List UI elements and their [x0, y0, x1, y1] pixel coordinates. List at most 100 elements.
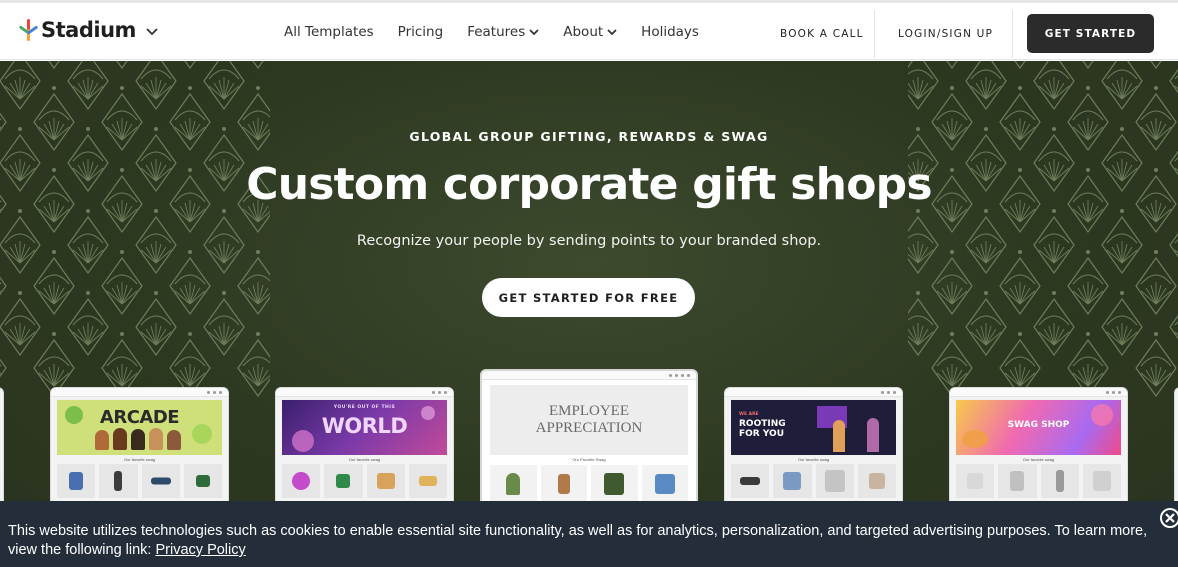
nav-holidays[interactable]: Holidays: [641, 24, 699, 40]
shop-preview-browser-bar: [482, 371, 696, 380]
shop-preview-browser-bar: [725, 388, 902, 397]
shop-preview-browser-bar: [51, 388, 228, 397]
pattern-motif: [1082, 61, 1094, 70]
shop-products: [956, 464, 1121, 498]
shop-preview-edge-right: [1174, 387, 1178, 517]
product-thumb: [815, 464, 854, 498]
get-started-button[interactable]: GET STARTED: [1027, 14, 1154, 53]
product-thumb: [591, 465, 638, 503]
shop-caption: Our Favorite Swag: [572, 457, 606, 462]
chevron-down-icon: [529, 28, 539, 35]
shop-caption: Our favorite swag: [348, 457, 381, 462]
shop-banner-title: ARCADE: [99, 407, 180, 428]
pattern-motif: [135, 61, 177, 111]
privacy-policy-link[interactable]: Privacy Policy: [156, 542, 246, 558]
pattern-motif: [67, 61, 109, 111]
stadium-logo[interactable]: Stadium: [18, 17, 158, 43]
shop-preview-employee-appreciation[interactable]: EMPLOYEE APPRECIATION Our Favorite Swag: [480, 369, 698, 519]
pattern-motif: [252, 61, 264, 70]
product-thumb: [540, 465, 587, 503]
pattern-motif: [908, 291, 939, 357]
nav-divider: [1012, 10, 1013, 58]
nav-features[interactable]: Features: [467, 24, 539, 40]
login-signup-link[interactable]: LOGIN/SIGN UP: [898, 28, 993, 40]
nav-about[interactable]: About: [563, 24, 617, 40]
product-thumb: [57, 464, 96, 498]
pattern-motif: [1135, 250, 1177, 316]
product-thumb: [641, 465, 688, 503]
shop-preview-arcade[interactable]: ARCADE Our favorite swag: [50, 387, 229, 517]
pattern-motif: [1033, 61, 1075, 111]
pattern-motif: [67, 291, 109, 357]
pattern-motif: [48, 61, 60, 70]
shop-caption: Our favorite swag: [123, 457, 156, 462]
product-thumb: [857, 464, 896, 498]
nav-divider: [874, 10, 875, 58]
shop-products: [731, 464, 896, 498]
shop-banner-small-text: WE ARE: [739, 412, 759, 417]
product-thumb: [99, 464, 138, 498]
shop-preview-browser-bar: [950, 388, 1127, 397]
shop-banner-title: SWAG SHOP: [1007, 420, 1070, 430]
product-thumb: [956, 464, 995, 498]
product-thumb: [1082, 464, 1121, 498]
product-thumb: [408, 464, 447, 498]
pattern-motif: [1014, 61, 1026, 70]
hero-headline: Custom corporate gift shops: [246, 159, 932, 210]
shop-banner: ARCADE: [57, 400, 222, 455]
pattern-motif: [1150, 61, 1162, 70]
get-started-for-free-button[interactable]: GET STARTED FOR FREE: [482, 278, 695, 317]
pattern-motif: [101, 250, 143, 316]
shop-caption: Our favorite swag: [797, 457, 830, 462]
pattern-motif: [1169, 314, 1178, 340]
pattern-motif: [33, 250, 75, 316]
product-thumb: [490, 465, 537, 503]
shop-preview-edge-left: [0, 387, 4, 517]
shop-banner-title: EMPLOYEE APPRECIATION: [535, 403, 643, 436]
shop-banner: WE ARE ROOTING FOR YOU: [731, 400, 896, 455]
pattern-motif: [0, 358, 7, 378]
shop-banner: EMPLOYEE APPRECIATION: [490, 385, 688, 455]
shop-preview-rooting-for-you[interactable]: WE ARE ROOTING FOR YOU Our favorite swag: [724, 387, 903, 517]
pattern-motif: [908, 61, 939, 111]
product-thumb: [731, 464, 770, 498]
product-thumb: [183, 464, 222, 498]
pattern-motif: [0, 276, 7, 296]
book-a-call-link[interactable]: BOOK A CALL: [780, 28, 864, 40]
pattern-motif: [931, 250, 973, 316]
pattern-motif: [1033, 291, 1075, 357]
hero-section: GLOBAL GROUP GIFTING, REWARDS & SWAG Cus…: [0, 61, 1178, 567]
product-thumb: [324, 464, 363, 498]
pattern-motif: [999, 250, 1041, 316]
product-thumb: [1040, 464, 1079, 498]
shop-banner-title: WORLD: [321, 414, 408, 438]
top-navigation-bar: Stadium All Templates Pricing Features A…: [0, 0, 1178, 60]
chevron-down-icon[interactable]: [146, 28, 158, 36]
chevron-down-icon: [607, 28, 617, 35]
shop-preview-browser-bar: [276, 388, 453, 397]
pattern-motif: [946, 61, 958, 70]
shop-banner: YOU'RE OUT OF THIS WORLD: [282, 400, 447, 455]
shop-preview-world[interactable]: YOU'RE OUT OF THIS WORLD Our favorite sw…: [275, 387, 454, 517]
pattern-motif: [135, 291, 177, 357]
shop-banner-small-text: YOU'RE OUT OF THIS: [333, 405, 396, 410]
pattern-motif: [965, 291, 1007, 357]
product-thumb: [141, 464, 180, 498]
nav-all-templates[interactable]: All Templates: [284, 24, 374, 40]
shop-products: [282, 464, 447, 498]
shop-products: [490, 465, 688, 503]
nav-pricing[interactable]: Pricing: [398, 24, 444, 40]
shop-banner-title: ROOTING FOR YOU: [739, 419, 786, 439]
pattern-motif: [0, 61, 41, 111]
brand-name: Stadium: [41, 18, 136, 42]
pattern-motif: [184, 61, 196, 70]
pattern-motif: [169, 250, 211, 316]
pattern-motif: [1101, 291, 1143, 357]
hero-eyebrow: GLOBAL GROUP GIFTING, REWARDS & SWAG: [409, 129, 769, 144]
pattern-motif: [203, 291, 245, 357]
shop-preview-swag-shop[interactable]: SWAG SHOP Our favorite swag: [949, 387, 1128, 517]
close-icon[interactable]: [1160, 508, 1178, 528]
pattern-motif: [237, 250, 270, 316]
product-thumb: [998, 464, 1037, 498]
pattern-motif: [1101, 61, 1143, 111]
